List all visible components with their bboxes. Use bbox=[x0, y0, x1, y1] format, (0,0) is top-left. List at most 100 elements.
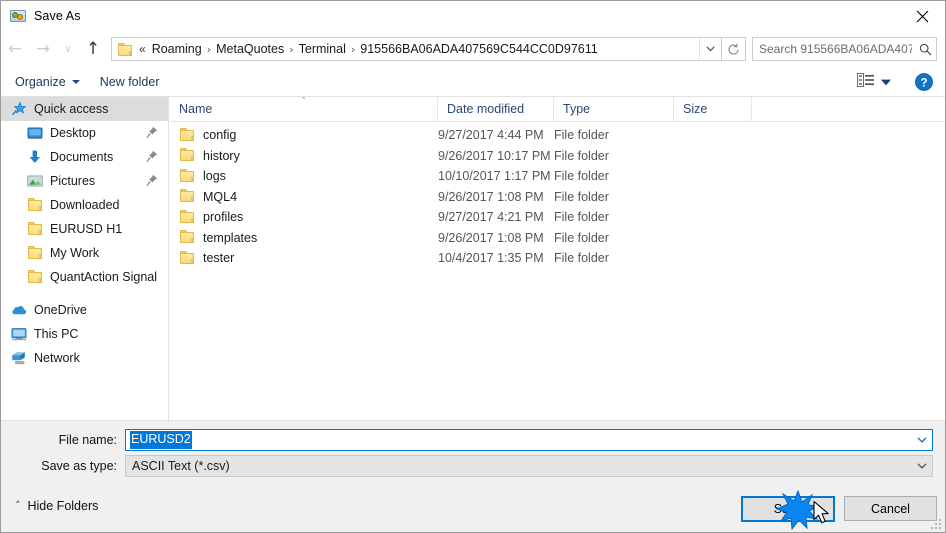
folder-icon bbox=[179, 127, 195, 143]
column-header-label: Size bbox=[683, 102, 708, 116]
search-input[interactable] bbox=[753, 41, 914, 57]
resize-grip[interactable] bbox=[928, 516, 941, 529]
search-icon[interactable] bbox=[914, 43, 936, 56]
sidebar-item-label: My Work bbox=[50, 246, 100, 260]
sidebar-item-this-pc[interactable]: This PC bbox=[1, 322, 168, 346]
save-button[interactable]: Save bbox=[741, 496, 835, 522]
sidebar-item-desktop[interactable]: Desktop bbox=[1, 121, 168, 145]
chevron-up-icon: ˄ bbox=[15, 499, 21, 512]
organize-button[interactable]: Organize bbox=[9, 72, 86, 92]
up-one-level-button[interactable]: ↑ bbox=[79, 36, 107, 62]
pin-icon[interactable] bbox=[146, 126, 158, 139]
file-type-cell: File folder bbox=[554, 169, 609, 184]
breadcrumb-item-metaquotes[interactable]: MetaQuotes bbox=[213, 41, 287, 57]
table-row[interactable]: history 9/26/2017 10:17 PM File folder bbox=[170, 146, 945, 167]
cancel-button[interactable]: Cancel bbox=[844, 496, 937, 521]
sidebar-item-documents[interactable]: Documents bbox=[1, 145, 168, 169]
file-type-cell: File folder bbox=[554, 148, 609, 163]
help-icon[interactable]: ? bbox=[915, 72, 933, 91]
table-row[interactable]: tester 10/4/2017 1:35 PM File folder bbox=[170, 248, 945, 269]
this-pc-icon bbox=[11, 326, 27, 342]
sidebar-item-label: OneDrive bbox=[34, 303, 87, 317]
new-folder-button[interactable]: New folder bbox=[94, 72, 166, 92]
save-button-label: Save bbox=[773, 502, 803, 516]
column-header-size[interactable]: Size bbox=[674, 97, 752, 121]
chevron-down-icon bbox=[71, 79, 80, 84]
back-button[interactable]: ← bbox=[1, 36, 29, 62]
save-as-type-combobox[interactable]: ASCII Text (*.csv) bbox=[125, 455, 933, 477]
forward-button[interactable]: → bbox=[29, 36, 57, 62]
breadcrumb-separator-icon[interactable]: › bbox=[349, 43, 357, 56]
sidebar-item-label: QuantAction Signal bbox=[50, 270, 158, 284]
table-row[interactable]: logs 10/10/2017 1:17 PM File folder bbox=[170, 166, 945, 187]
previous-locations-icon[interactable]: « bbox=[137, 42, 149, 56]
file-name-combobox[interactable]: EURUSD2 bbox=[125, 429, 933, 451]
table-row[interactable]: templates 9/26/2017 1:08 PM File folder bbox=[170, 228, 945, 249]
search-box[interactable] bbox=[752, 37, 937, 61]
refresh-button[interactable] bbox=[722, 37, 746, 61]
file-size-cell bbox=[674, 125, 752, 146]
arrow-up-icon: ↑ bbox=[85, 38, 101, 59]
navigation-pane[interactable]: Quick access Desktop Documents Pictures … bbox=[1, 97, 169, 420]
breadcrumb-separator-icon[interactable]: › bbox=[205, 43, 213, 56]
file-name-label: history bbox=[203, 148, 240, 163]
breadcrumb-item-roaming[interactable]: Roaming bbox=[149, 41, 205, 57]
file-list-pane[interactable]: ˄ Name Date modified Type Size config 9/… bbox=[170, 97, 945, 420]
close-icon[interactable] bbox=[899, 1, 945, 31]
file-name-cell: tester bbox=[170, 248, 438, 269]
breadcrumb-item-terminal[interactable]: Terminal bbox=[296, 41, 349, 57]
recent-locations-button[interactable]: ∨ bbox=[57, 36, 79, 62]
pin-icon[interactable] bbox=[146, 174, 158, 187]
column-header-label: Type bbox=[563, 102, 591, 116]
sidebar-item-eurusd-h1[interactable]: EURUSD H1 bbox=[1, 217, 168, 241]
file-name-label: logs bbox=[203, 169, 226, 184]
hide-folders-label: Hide Folders bbox=[27, 499, 99, 513]
new-folder-label: New folder bbox=[99, 74, 160, 89]
folder-icon bbox=[179, 230, 195, 246]
column-header-type[interactable]: Type bbox=[554, 97, 674, 121]
organize-label: Organize bbox=[15, 74, 66, 89]
breadcrumb-separator-icon[interactable]: › bbox=[287, 43, 295, 56]
save-as-app-icon bbox=[10, 8, 26, 24]
breadcrumb-item-terminal-id[interactable]: 915566BA06ADA407569C544CC0D97611 bbox=[357, 41, 600, 57]
sidebar-item-onedrive[interactable]: OneDrive bbox=[1, 298, 168, 322]
file-name-input[interactable]: EURUSD2 bbox=[126, 431, 912, 449]
pin-icon[interactable] bbox=[146, 150, 158, 163]
column-header-label: Date modified bbox=[447, 102, 525, 116]
desktop-icon bbox=[27, 125, 43, 141]
table-row[interactable]: profiles 9/27/2017 4:21 PM File folder bbox=[170, 207, 945, 228]
navigation-bar: ← → ∨ ↑ « Roaming › MetaQuotes › Termina… bbox=[1, 31, 945, 67]
file-rows: config 9/27/2017 4:44 PM File folder his… bbox=[170, 122, 945, 269]
folder-icon bbox=[27, 245, 43, 261]
folder-icon bbox=[179, 189, 195, 205]
file-size-cell bbox=[674, 248, 752, 269]
sidebar-item-label: Downloaded bbox=[50, 198, 120, 212]
file-date-cell: 9/26/2017 1:08 PM bbox=[438, 230, 544, 245]
column-header-date-modified[interactable]: Date modified bbox=[438, 97, 554, 121]
table-row[interactable]: MQL4 9/26/2017 1:08 PM File folder bbox=[170, 187, 945, 208]
arrow-left-icon: ← bbox=[7, 38, 23, 59]
chevron-down-icon[interactable] bbox=[912, 437, 932, 443]
address-dropdown-button[interactable] bbox=[699, 38, 721, 60]
sidebar-item-quantaction-signal[interactable]: QuantAction Signal bbox=[1, 265, 168, 289]
change-view-button[interactable] bbox=[851, 70, 897, 93]
sidebar-item-quick-access[interactable]: Quick access bbox=[1, 97, 168, 121]
onedrive-icon bbox=[11, 302, 27, 318]
sidebar-item-label: Quick access bbox=[34, 102, 109, 116]
sidebar-item-downloaded[interactable]: Downloaded bbox=[1, 193, 168, 217]
file-name-label: profiles bbox=[203, 210, 244, 225]
hide-folders-button[interactable]: ˄ Hide Folders bbox=[15, 499, 98, 513]
column-header-name[interactable]: ˄ Name bbox=[170, 97, 438, 121]
sidebar-item-network[interactable]: Network bbox=[1, 346, 168, 370]
file-type-cell: File folder bbox=[554, 210, 609, 225]
sidebar-item-pictures[interactable]: Pictures bbox=[1, 169, 168, 193]
file-date-cell: 9/27/2017 4:44 PM bbox=[438, 128, 544, 143]
arrow-right-icon: → bbox=[35, 38, 51, 59]
column-header-label: Name bbox=[179, 102, 213, 116]
table-row[interactable]: config 9/27/2017 4:44 PM File folder bbox=[170, 125, 945, 146]
chevron-down-icon[interactable] bbox=[912, 463, 932, 469]
sidebar-item-my-work[interactable]: My Work bbox=[1, 241, 168, 265]
address-bar[interactable]: « Roaming › MetaQuotes › Terminal › 9155… bbox=[111, 37, 722, 61]
pictures-icon bbox=[27, 173, 43, 189]
